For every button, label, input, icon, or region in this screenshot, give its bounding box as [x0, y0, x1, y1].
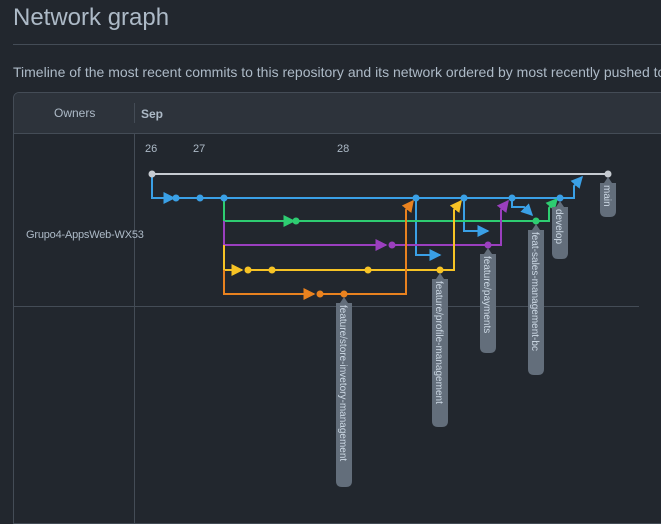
commit-dot[interactable] — [148, 170, 156, 178]
svg-text:develop: develop — [553, 209, 564, 244]
branch-payments-line — [223, 199, 509, 251]
commit-dot[interactable] — [196, 194, 204, 202]
commit-dot[interactable] — [508, 194, 516, 202]
commit-dot[interactable] — [604, 170, 612, 178]
commit-dot[interactable] — [412, 194, 420, 202]
branch-label-sales[interactable]: feat-sales-management-bc — [528, 224, 544, 375]
branch-store-line — [223, 199, 414, 300]
branch-label-payments[interactable]: feature/payments — [480, 248, 496, 353]
network-graph[interactable]: Owners Sep Grupo4-AppsWeb-WX53 26 27 28 — [13, 92, 661, 524]
commit-dot[interactable] — [172, 194, 180, 202]
title-divider — [13, 44, 661, 45]
branch-label-profile[interactable]: feature/profile-management — [432, 273, 448, 427]
page-description: Timeline of the most recent commits to t… — [13, 64, 661, 80]
branch-label-develop[interactable]: develop — [552, 201, 568, 259]
branch-develop-line — [151, 174, 583, 261]
branch-label-store[interactable]: feature/store-invetory-management — [336, 297, 352, 487]
commit-dot[interactable] — [244, 266, 252, 274]
commit-dot[interactable] — [220, 194, 228, 202]
svg-text:feature/payments: feature/payments — [481, 256, 492, 333]
branch-profile-line — [223, 199, 462, 276]
svg-text:main: main — [601, 185, 612, 207]
svg-text:feat-sales-management-bc: feat-sales-management-bc — [529, 232, 540, 351]
day-label: 28 — [337, 143, 349, 155]
branch-label-main[interactable]: main — [600, 177, 616, 217]
commit-dot[interactable] — [484, 241, 492, 249]
day-label: 27 — [193, 143, 205, 155]
commit-dot[interactable] — [364, 266, 372, 274]
commit-dot[interactable] — [556, 194, 564, 202]
commit-dot[interactable] — [436, 266, 444, 274]
page-title: Network graph — [13, 4, 170, 31]
commit-dot[interactable] — [292, 217, 300, 225]
commit-dot[interactable] — [460, 194, 468, 202]
commit-dot[interactable] — [388, 241, 396, 249]
commit-dot[interactable] — [532, 217, 540, 225]
day-label: 26 — [145, 143, 157, 155]
svg-text:feature/store-invetory-managem: feature/store-invetory-management — [337, 305, 348, 461]
commit-dot[interactable] — [340, 290, 348, 298]
graph-canvas: 26 27 28 main develop feat-sales-managem… — [145, 143, 616, 487]
commit-dot[interactable] — [268, 266, 276, 274]
svg-text:feature/profile-management: feature/profile-management — [433, 281, 444, 404]
commit-dot[interactable] — [316, 290, 324, 298]
